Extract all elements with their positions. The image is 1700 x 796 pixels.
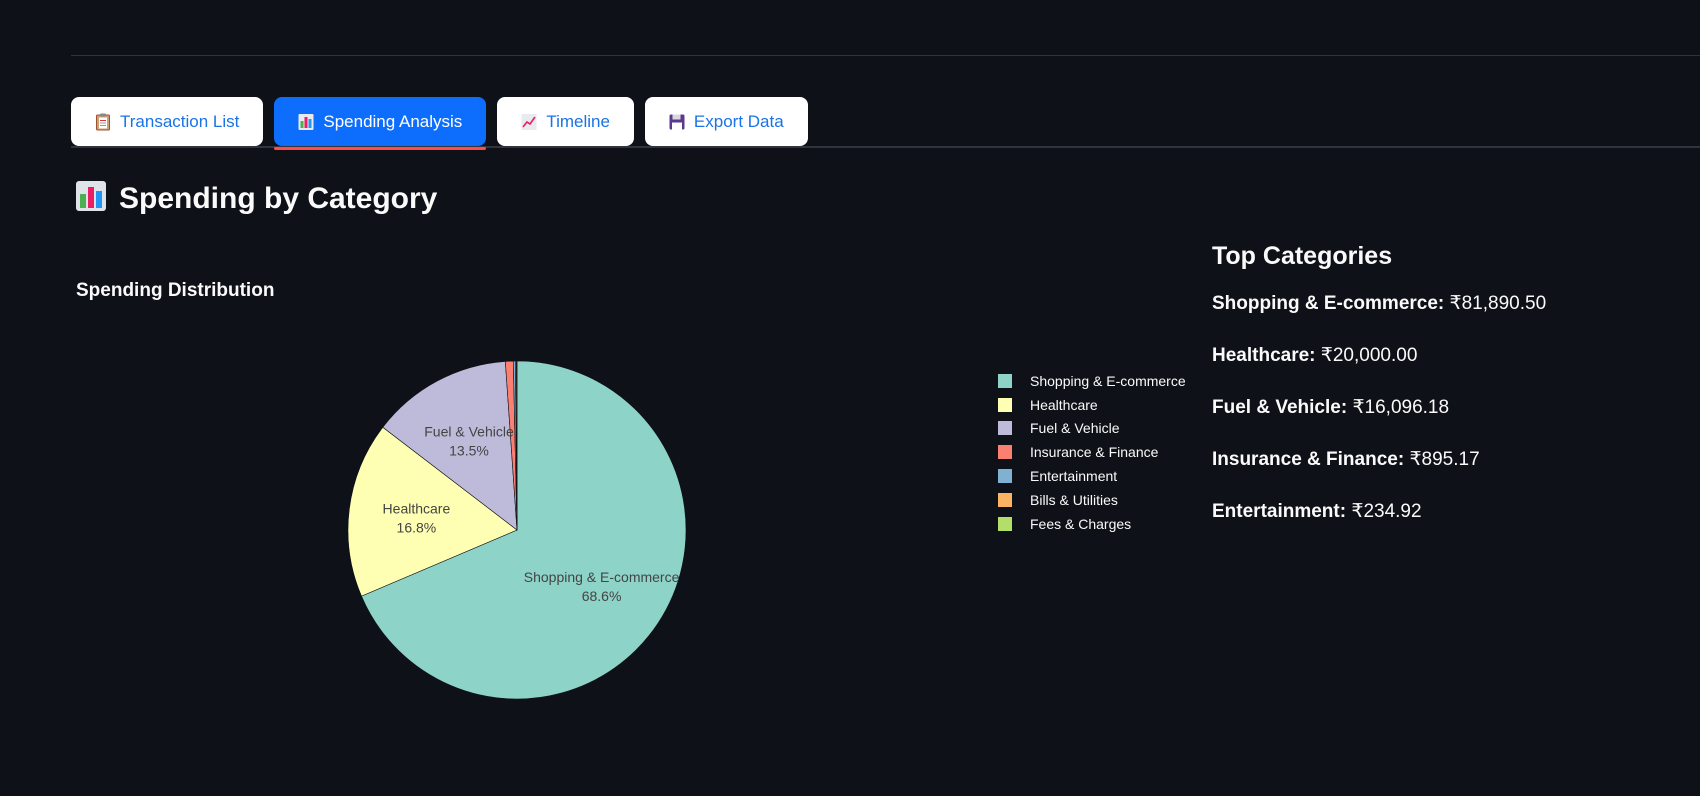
top-category-name: Insurance & Finance: (1212, 449, 1405, 470)
top-category-name: Shopping & E-commerce: (1212, 293, 1445, 314)
top-category-item: Insurance & Finance: ₹895.17 (1212, 448, 1546, 500)
top-category-item: Shopping & E-commerce: ₹81,890.50 (1212, 292, 1546, 344)
legend-swatch (998, 373, 1012, 388)
legend-item[interactable]: Insurance & Finance (998, 440, 1186, 464)
top-category-amount: ₹234.92 (1351, 501, 1422, 522)
top-category-name: Fuel & Vehicle: (1212, 397, 1348, 418)
slice-label-percent: 68.6% (582, 588, 622, 604)
slice-label-name: Healthcare (383, 500, 451, 516)
legend-swatch (998, 492, 1012, 507)
top-categories-panel: Top Categories Shopping & E-commerce: ₹8… (1212, 242, 1546, 552)
slice-label-name: Shopping & E-commerce (524, 569, 680, 585)
top-categories-title: Top Categories (1212, 242, 1393, 270)
slice-label-percent: 16.8% (397, 519, 437, 535)
legend-label: Healthcare (1030, 396, 1098, 413)
legend-label: Fees & Charges (1030, 515, 1132, 532)
legend-swatch (998, 421, 1012, 436)
top-category-name: Healthcare: (1212, 345, 1316, 366)
top-category-item: Healthcare: ₹20,000.00 (1212, 344, 1546, 396)
slice-label-name: Fuel & Vehicle (424, 424, 514, 440)
legend-swatch (998, 516, 1012, 531)
legend-swatch (998, 445, 1012, 460)
legend-item[interactable]: Shopping & E-commerce (998, 369, 1186, 393)
top-category-item: Entertainment: ₹234.92 (1212, 500, 1546, 552)
top-category-amount: ₹20,000.00 (1320, 345, 1418, 366)
legend-item[interactable]: Bills & Utilities (998, 488, 1186, 512)
top-category-amount: ₹16,096.18 (1352, 397, 1450, 418)
chart-legend: Shopping & E-commerce Healthcare Fuel & Ve… (998, 369, 1186, 536)
top-category-amount: ₹81,890.50 (1449, 293, 1547, 314)
legend-item[interactable]: Fuel & Vehicle (998, 417, 1186, 441)
legend-swatch (998, 469, 1012, 484)
slice-label-percent: 13.5% (449, 443, 489, 459)
top-category-item: Fuel & Vehicle: ₹16,096.18 (1212, 396, 1546, 448)
legend-swatch (998, 397, 1012, 412)
top-category-amount: ₹895.17 (1409, 449, 1480, 470)
legend-item[interactable]: Entertainment (998, 464, 1186, 488)
legend-label: Insurance & Finance (1030, 444, 1159, 461)
legend-item[interactable]: Fees & Charges (998, 512, 1186, 536)
legend-label: Bills & Utilities (1030, 491, 1118, 508)
legend-label: Entertainment (1030, 468, 1118, 485)
top-category-name: Entertainment: (1212, 501, 1347, 522)
legend-item[interactable]: Healthcare (998, 393, 1186, 417)
legend-label: Shopping & E-commerce (1030, 372, 1186, 389)
legend-label: Fuel & Vehicle (1030, 420, 1120, 437)
